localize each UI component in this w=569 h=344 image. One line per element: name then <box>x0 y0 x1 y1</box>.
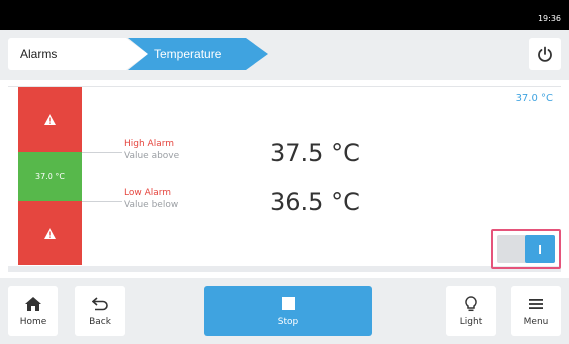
low-alarm-leader <box>82 201 122 202</box>
normal-zone: 37.0 °C <box>18 152 82 201</box>
home-button[interactable]: Home <box>8 286 58 336</box>
home-icon <box>25 296 41 311</box>
breadcrumb-alarms-label: Alarms <box>20 47 58 61</box>
screen: 19:36 Alarms Temperature 37.0 °C 37.0 °C… <box>0 0 569 344</box>
breadcrumb-alarms[interactable]: Alarms <box>8 38 148 70</box>
menu-icon <box>529 298 543 309</box>
power-icon <box>538 46 552 62</box>
navigation-bar: Alarms Temperature <box>0 30 569 80</box>
lightbulb-icon <box>465 295 477 311</box>
breadcrumb-temperature[interactable]: Temperature <box>128 38 268 70</box>
low-alarm-subtitle: Value below <box>124 200 179 210</box>
menu-button[interactable]: Menu <box>511 286 561 336</box>
high-alarm-leader <box>82 152 122 153</box>
alarm-toggle-switch[interactable]: I <box>497 235 555 263</box>
warning-icon <box>44 114 56 125</box>
high-alarm-value[interactable]: 37.5 °C <box>270 139 360 167</box>
status-time: 19:36 <box>537 14 561 23</box>
alarm-range-bar: 37.0 °C <box>18 87 82 265</box>
menu-button-label: Menu <box>523 316 549 327</box>
stop-button-label: Stop <box>277 316 299 327</box>
warning-icon <box>44 227 56 239</box>
current-temperature: 37.0 °C <box>515 93 553 104</box>
toggle-knob: I <box>525 235 555 263</box>
power-button[interactable] <box>529 38 561 70</box>
breadcrumb-temperature-label: Temperature <box>154 47 222 61</box>
alarm-panel: 37.0 °C 37.0 °C High Alarm Value above 3… <box>8 86 561 272</box>
high-alarm-subtitle: Value above <box>124 151 180 161</box>
back-button-label: Back <box>89 316 111 327</box>
stop-button[interactable]: Stop <box>204 286 372 336</box>
status-bar: 19:36 <box>0 0 569 30</box>
bar-value: 37.0 °C <box>35 172 65 181</box>
low-alarm-value[interactable]: 36.5 °C <box>270 188 360 216</box>
toggle-on-label: I <box>538 241 542 257</box>
high-alarm-zone <box>18 87 82 152</box>
light-button[interactable]: Light <box>446 286 496 336</box>
home-button-label: Home <box>19 316 47 327</box>
back-arrow-icon <box>92 296 108 310</box>
low-alarm-zone <box>18 201 82 265</box>
back-button[interactable]: Back <box>75 286 125 336</box>
stop-icon <box>281 297 295 310</box>
light-button-label: Light <box>459 316 483 327</box>
high-alarm-title: High Alarm <box>124 139 175 149</box>
bottom-toolbar: Home Back Stop Light Menu <box>0 278 569 344</box>
low-alarm-title: Low Alarm <box>124 188 172 198</box>
